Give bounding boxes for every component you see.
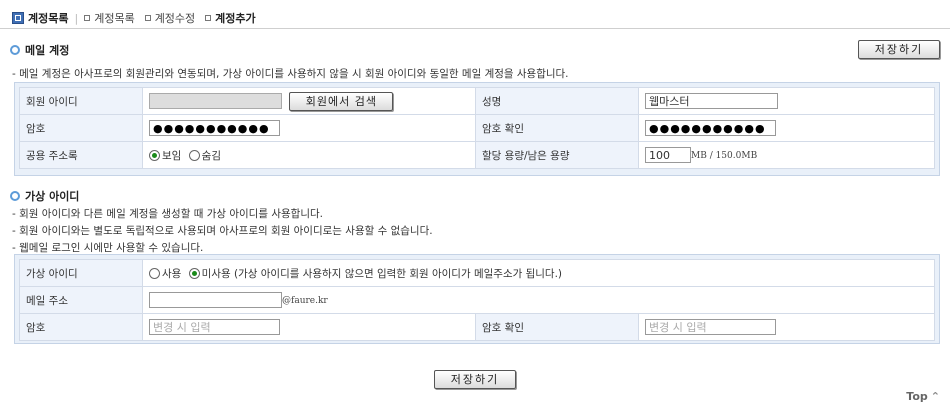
nav-link-label: 계정추가 [215,12,256,25]
save-button-bottom[interactable]: 저장하기 [434,370,516,389]
page-title: 계정목록 [28,12,69,25]
quota-input[interactable]: 100 [645,147,691,163]
mail-section-title: 메일 계정 [10,42,69,58]
password-confirm-cell: ●●●●●●●●●●● [638,114,935,142]
virtual-id-use-radio[interactable] [149,268,160,279]
member-id-input[interactable] [149,93,282,109]
virtual-id-section-label: 가상 아이디 [25,190,80,203]
email-address-label: 메일 주소 [19,286,143,314]
bullet-circle-icon [10,45,20,55]
bullet-icon [144,15,151,21]
nav-link-label: 계정목록 [94,12,135,25]
menu-icon [12,12,24,24]
nav-link-account-edit[interactable]: 계정수정 [144,10,196,26]
virtual-password-label: 암호 [19,313,143,341]
save-button-top[interactable]: 저장하기 [858,40,940,59]
password-input[interactable]: ●●●●●●●●●●● [149,120,280,136]
quota-cell: 100 MB / 150.0MB [638,141,935,169]
top-link-label: Top [906,390,928,403]
virtual-password-input[interactable]: 변경 시 입력 [149,319,280,335]
virtual-password-confirm-label: 암호 확인 [475,313,639,341]
password-label: 암호 [19,114,143,142]
bullet-icon [84,15,91,21]
virtual-password-confirm-placeholder: 변경 시 입력 [649,321,707,334]
name-input[interactable]: 웹마스터 [645,93,778,109]
virtual-id-desc-2: - 회원 아이디와는 별도로 독립적으로 사용되며 아사프로의 회원 아이디로는… [12,225,433,237]
virtual-id-form-table: 가상 아이디 사용 미사용 (가상 아이디를 사용하지 않으면 입력한 회원 아… [19,259,935,341]
virtual-password-confirm-cell: 변경 시 입력 [638,313,935,341]
bullet-icon [205,15,212,21]
search-member-button[interactable]: 회원에서 검색 [289,91,394,111]
divider: | [74,11,79,25]
nav-link-account-list[interactable]: 계정목록 [84,10,135,26]
address-book-cell: 보임 숨김 [142,141,476,169]
address-book-show-label: 보임 [162,149,182,162]
address-book-show-radio[interactable] [149,150,160,161]
virtual-password-placeholder: 변경 시 입력 [153,321,211,334]
email-domain: @faure.kr [282,296,328,306]
virtual-id-nouse-label: 미사용 (가상 아이디를 사용하지 않으면 입력한 회원 아이디가 메일주소가 … [201,267,563,280]
double-chevron-up-icon: ⌃ [930,390,940,403]
mail-section-label: 메일 계정 [25,44,70,57]
quota-label: 할당 용량/남은 용량 [475,141,639,169]
mail-form-table: 회원 아이디 회원에서 검색 성명 웹마스터 암호 ●●●●●●●●●●● 암호… [19,87,935,169]
nav-link-label: 계정수정 [154,12,196,25]
nav-link-account-add[interactable]: 계정추가 [205,10,256,26]
mail-section-description: - 메일 계정은 아사프로의 회원관리와 연동되며, 가상 아이디를 사용하지 … [12,68,569,80]
name-cell: 웹마스터 [638,87,935,115]
member-id-cell: 회원에서 검색 [142,87,476,115]
virtual-id-use-label: 사용 [162,267,182,280]
virtual-password-cell: 변경 시 입력 [142,313,476,341]
bullet-circle-icon [10,191,20,201]
breadcrumb: 계정목록 | 계정목록 계정수정 계정추가 [0,8,950,29]
address-book-hide-label: 숨김 [201,149,221,162]
email-address-input[interactable] [149,292,282,308]
scroll-top-link[interactable]: Top ⌃ [906,390,940,403]
address-book-hide-radio[interactable] [188,150,200,161]
quota-unit: MB / 150.0MB [691,151,758,161]
password-confirm-input[interactable]: ●●●●●●●●●●● [645,120,776,136]
address-book-label: 공용 주소록 [19,141,143,169]
virtual-id-nouse-radio[interactable] [188,268,200,279]
virtual-password-confirm-input[interactable]: 변경 시 입력 [645,319,776,335]
virtual-id-cell: 사용 미사용 (가상 아이디를 사용하지 않으면 입력한 회원 아이디가 메일주… [142,259,935,287]
name-label: 성명 [475,87,639,115]
member-id-label: 회원 아이디 [19,87,143,115]
virtual-id-label: 가상 아이디 [19,259,143,287]
password-confirm-label: 암호 확인 [475,114,639,142]
virtual-id-section-title: 가상 아이디 [10,188,79,204]
password-cell: ●●●●●●●●●●● [142,114,476,142]
virtual-id-desc-1: - 회원 아이디와 다른 메일 계정을 생성할 때 가상 아이디를 사용합니다. [12,208,323,220]
virtual-id-desc-3: - 웹메일 로그인 시에만 사용할 수 있습니다. [12,242,204,254]
email-address-cell: @faure.kr [142,286,935,314]
